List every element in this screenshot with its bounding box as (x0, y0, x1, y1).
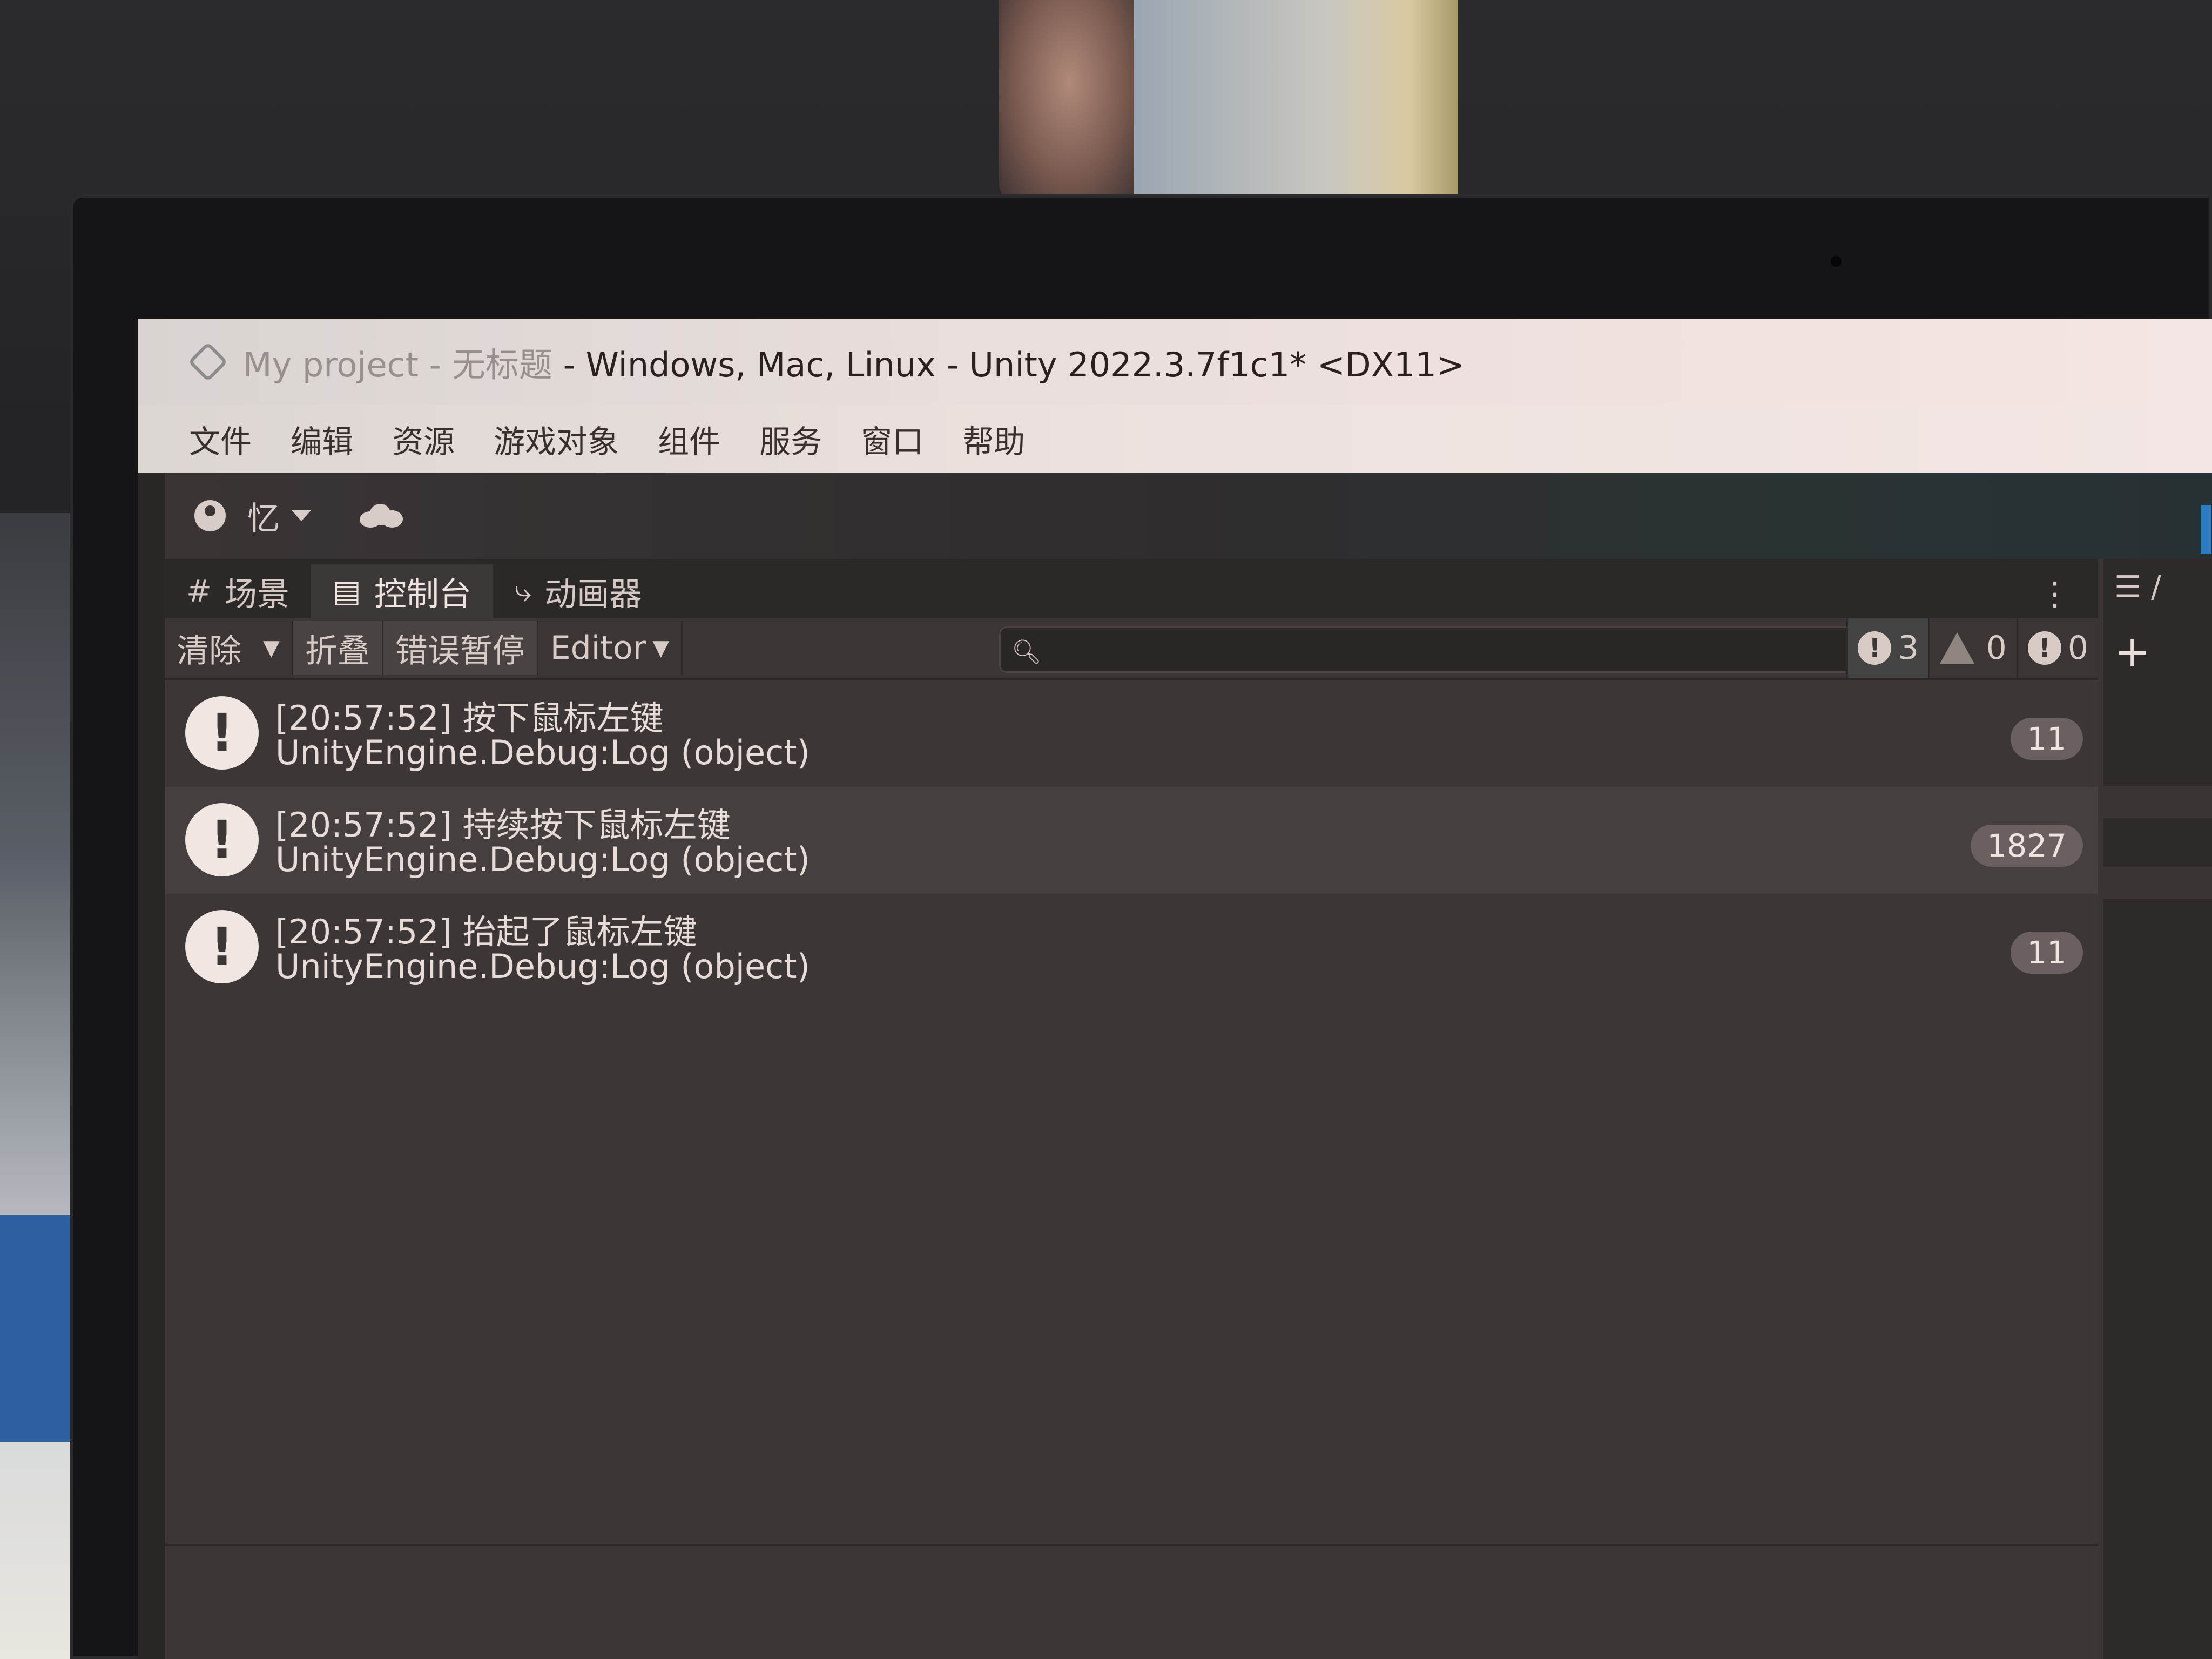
tab-console[interactable]: ▤ 控制台 (311, 564, 493, 618)
kebab-menu-icon[interactable]: ⋮ (2039, 575, 2071, 613)
tab-scene-label: 场景 (224, 575, 289, 613)
info-icon: ! (1858, 631, 1892, 665)
log-entry[interactable]: ! [20:57:52] 持续按下鼠标左键 UnityEngine.Debug:… (165, 787, 2098, 894)
warning-count: 0 (1986, 629, 2007, 667)
add-button[interactable]: + (2114, 626, 2150, 677)
unity-editor: 忆 # 场景 ▤ 控制台 ⤷ 动画器 ⋮ 清除 ▼ 折叠 错误暂停 Editor… (165, 473, 2212, 1659)
console-icon: ▤ (332, 574, 361, 609)
screen: My project - 无标题 - Windows, Mac, Linux -… (138, 319, 2212, 1659)
error-filter-toggle[interactable]: ! 0 (2016, 618, 2098, 678)
tab-animator-label: 动画器 (544, 575, 642, 613)
menu-file[interactable]: 文件 (189, 416, 252, 462)
console-toolbar: 清除 ▼ 折叠 错误暂停 Editor ▼ 🔍︎ ! 3 0 ! 0 (165, 618, 2098, 680)
chevron-down-icon (292, 510, 311, 521)
info-message-icon: ! (185, 803, 259, 876)
collapse-toggle[interactable]: 折叠 (293, 621, 383, 675)
log-timestamp: [20:57:52] (275, 805, 452, 845)
title-project: My project (243, 345, 419, 385)
scene-grid-icon: # (186, 574, 212, 609)
log-message: [20:57:52] 持续按下鼠标左键 (275, 798, 731, 846)
warning-filter-toggle[interactable]: 0 (1928, 618, 2017, 678)
console-log-list: ! [20:57:52] 按下鼠标左键 UnityEngine.Debug:Lo… (165, 680, 2098, 1659)
log-filter-counters: ! 3 0 ! 0 (1846, 618, 2098, 678)
clear-button[interactable]: 清除 ▼ (165, 621, 293, 675)
collapse-count-badge: 1827 (1971, 825, 2083, 867)
animator-icon: ⤷ (514, 574, 532, 609)
search-input[interactable]: 🔍︎ (999, 626, 1858, 673)
title-scene: - 无标题 (419, 345, 552, 385)
menu-assets[interactable]: 资源 (392, 416, 455, 462)
editor-label: Editor (550, 629, 646, 667)
menu-services[interactable]: 服务 (759, 416, 822, 462)
cloud-icon[interactable] (360, 504, 403, 528)
log-text: 抬起了鼠标左键 (462, 912, 697, 952)
log-message: [20:57:52] 抬起了鼠标左键 (275, 905, 697, 953)
background-person (999, 0, 1139, 205)
log-source: UnityEngine.Debug:Log (object) (275, 840, 810, 879)
menu-gameobject[interactable]: 游戏对象 (494, 416, 619, 462)
accent-strip (2201, 505, 2211, 554)
title-bar: My project - 无标题 - Windows, Mac, Linux -… (138, 319, 2212, 405)
log-source: UnityEngine.Debug:Log (object) (275, 947, 810, 986)
title-platform: - Windows, Mac, Linux - Unity 2022.3.7f1… (552, 345, 1465, 385)
info-message-icon: ! (185, 696, 259, 770)
tab-scene[interactable]: # 场景 (165, 564, 311, 618)
hierarchy-row[interactable] (2103, 786, 2212, 818)
log-source: UnityEngine.Debug:Log (object) (275, 733, 810, 772)
collapse-count-badge: 11 (2011, 718, 2083, 760)
menu-edit[interactable]: 编辑 (291, 416, 353, 462)
info-message-icon: ! (185, 910, 259, 983)
window-title: My project - 无标题 - Windows, Mac, Linux -… (243, 338, 1465, 386)
log-filter-toggle[interactable]: ! 3 (1846, 618, 1928, 678)
log-timestamp: [20:57:52] (275, 698, 452, 738)
warning-icon (1939, 632, 1974, 664)
hierarchy-panel: ☰ / + (2103, 559, 2212, 1659)
collapse-count-badge: 11 (2011, 932, 2083, 974)
editor-dropdown[interactable]: Editor ▼ (538, 621, 683, 675)
log-entry[interactable]: ! [20:57:52] 按下鼠标左键 UnityEngine.Debug:Lo… (165, 680, 2098, 787)
background-blue-object (0, 1215, 76, 1442)
menu-help[interactable]: 帮助 (962, 416, 1025, 462)
user-icon (194, 500, 226, 531)
details-splitter[interactable] (165, 1544, 2098, 1546)
log-count: 3 (1898, 629, 1919, 667)
log-text: 按下鼠标左键 (462, 698, 664, 738)
chevron-down-icon: ▼ (652, 636, 670, 660)
background-desk-items (0, 513, 76, 1659)
error-pause-toggle[interactable]: 错误暂停 (383, 621, 538, 675)
tab-animator[interactable]: ⤷ 动画器 (493, 564, 663, 618)
menu-component[interactable]: 组件 (658, 416, 720, 462)
tab-console-label: 控制台 (374, 575, 471, 613)
webcam (1831, 256, 1842, 267)
log-message: [20:57:52] 按下鼠标左键 (275, 691, 664, 739)
log-entry[interactable]: ! [20:57:52] 抬起了鼠标左键 UnityEngine.Debug:L… (165, 894, 2098, 1001)
menu-bar: 文件 编辑 资源 游戏对象 组件 服务 窗口 帮助 (138, 405, 2212, 473)
menu-window[interactable]: 窗口 (861, 416, 923, 462)
clear-dropdown-icon[interactable]: ▼ (263, 636, 280, 660)
search-icon: 🔍︎ (1011, 638, 1042, 666)
background-window (1134, 0, 1458, 205)
error-icon: ! (2027, 631, 2061, 665)
clear-label: 清除 (177, 632, 241, 670)
account-label: 忆 (247, 500, 280, 538)
log-timestamp: [20:57:52] (275, 912, 452, 952)
main-toolbar: 忆 (165, 473, 2212, 559)
window-tabs: # 场景 ▤ 控制台 ⤷ 动画器 ⋮ (165, 559, 2098, 618)
account-dropdown[interactable]: 忆 (194, 493, 311, 539)
tab-hierarchy[interactable]: ☰ / (2114, 570, 2161, 605)
log-text: 持续按下鼠标左键 (462, 805, 731, 845)
unity-logo-icon (187, 341, 228, 382)
hierarchy-row[interactable] (2103, 867, 2212, 899)
error-count: 0 (2067, 629, 2088, 667)
